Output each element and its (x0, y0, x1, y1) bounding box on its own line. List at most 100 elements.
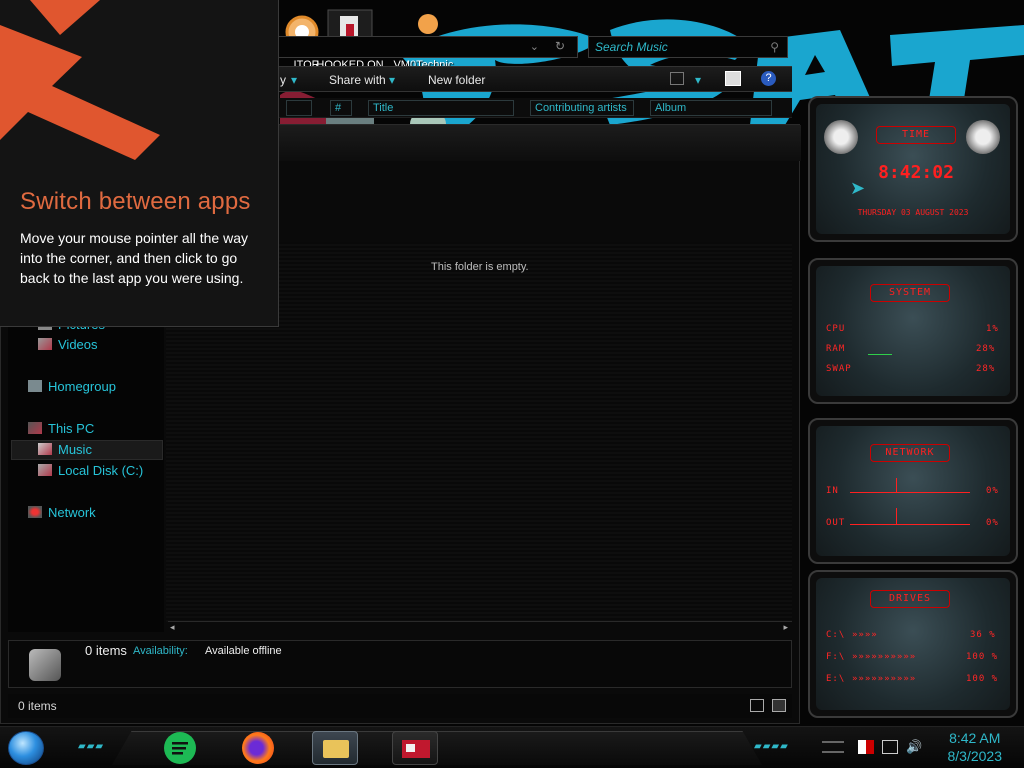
music-folder-icon (29, 649, 61, 681)
chevron-down-icon[interactable]: ▾ (695, 73, 701, 87)
chevron-down-icon[interactable]: ⌄ (530, 40, 539, 53)
drive-f-value: 100 % (966, 652, 999, 662)
large-icons-view-icon[interactable] (772, 699, 786, 712)
firefox-icon[interactable] (242, 732, 274, 764)
flyout-title: Switch between apps (20, 188, 251, 215)
column-header-number[interactable]: # (330, 100, 352, 116)
gadget-drives-header: DRIVES (870, 590, 950, 608)
drive-c-value: 36 % (970, 630, 996, 640)
gadget-network-header: NETWORK (870, 444, 950, 462)
net-out-graph (850, 524, 970, 525)
drive-f-bar: »»»»»»»»»» (852, 652, 917, 662)
column-header-artists[interactable]: Contributing artists (530, 100, 634, 116)
cursor-arrow-icon: ➤ (850, 178, 866, 198)
news-app-icon[interactable] (392, 731, 438, 765)
drive-f-label: F:\ (826, 652, 846, 662)
column-headers: # Title Contributing artists Album (278, 98, 792, 118)
computer-icon (28, 422, 42, 434)
gadget-drives[interactable]: DRIVES C:\ »»»» 36 % F:\ »»»»»»»»»» 100 … (808, 570, 1018, 718)
show-hidden-icons[interactable] (822, 741, 844, 753)
drive-e-value: 100 % (966, 674, 999, 684)
nav-item-this-pc[interactable]: This PC (28, 420, 94, 438)
horizontal-scrollbar[interactable]: ◂ ▸ (168, 621, 792, 635)
gadget-network[interactable]: NETWORK IN 0% OUT 0% (808, 418, 1018, 564)
ram-label: RAM (826, 344, 846, 354)
net-out-spike (896, 508, 897, 524)
swap-value: 28% (976, 364, 996, 374)
status-item-count: 0 items (18, 699, 57, 713)
details-item-count: 0 items (85, 643, 127, 658)
network-tray-icon[interactable] (882, 740, 898, 754)
alien-head-icon (824, 120, 858, 154)
swap-label: SWAP (826, 364, 852, 374)
share-with-button[interactable]: Share with (329, 73, 386, 87)
drive-c-bar: »»»» (852, 630, 878, 640)
nav-item-homegroup[interactable]: Homegroup (28, 378, 116, 396)
ram-value: 28% (976, 344, 996, 354)
system-graph-line (868, 354, 892, 355)
toolbar-partial-label[interactable]: y (280, 73, 286, 87)
videos-icon (38, 338, 52, 350)
drive-c-label: C:\ (826, 630, 846, 640)
gadget-system-header: SYSTEM (870, 284, 950, 302)
net-in-label: IN (826, 486, 839, 496)
alien-head-icon (966, 120, 1000, 154)
chevron-down-icon[interactable]: ▾ (291, 73, 297, 87)
disk-icon (38, 464, 52, 476)
availability-label: Availability: (133, 645, 188, 657)
column-header-spacer[interactable] (286, 100, 312, 116)
column-header-title[interactable]: Title (368, 100, 514, 116)
view-options-icon[interactable] (670, 72, 684, 85)
gadget-system[interactable]: SYSTEM CPU 1% RAM 28% SWAP 28% (808, 258, 1018, 404)
nav-item-videos[interactable]: Videos (38, 336, 98, 354)
corner-arrow-icon (0, 0, 160, 160)
column-header-album[interactable]: Album (650, 100, 772, 116)
address-bar[interactable]: ⌄ ↻ (278, 36, 578, 58)
net-out-label: OUT (826, 518, 846, 528)
cpu-value: 1% (986, 324, 999, 334)
refresh-icon[interactable]: ↻ (555, 39, 565, 53)
switch-apps-flyout[interactable]: Switch between apps Move your mouse poin… (0, 0, 279, 327)
gadget-time[interactable]: TIME 8:42:02 ➤ THURSDAY 03 AUGUST 2023 (808, 96, 1018, 242)
gadget-clock: 8:42:02 (878, 162, 954, 183)
file-explorer-icon[interactable] (312, 731, 358, 765)
taskbar-decoration: ▰▰▰ (78, 741, 105, 752)
taskbar-time: 8:42 AM (949, 730, 1001, 746)
taskbar: ▰▰▰ ▰▰▰▰ 🔊 8:42 AM 8/3/2023 (0, 726, 1024, 768)
chevron-down-icon[interactable]: ▾ (389, 73, 395, 87)
empty-folder-message: This folder is empty. (431, 261, 529, 273)
details-pane: 0 items Availability: Available offline (8, 640, 792, 688)
scroll-right-icon[interactable]: ▸ (783, 622, 788, 633)
taskbar-date: 8/3/2023 (947, 748, 1003, 764)
search-input[interactable]: Search Music ⚲ (588, 36, 788, 58)
status-bar: 0 items (8, 694, 792, 718)
new-folder-button[interactable]: New folder (428, 73, 485, 87)
taskbar-clock[interactable]: 8:42 AM 8/3/2023 (948, 729, 1003, 765)
network-icon (28, 506, 42, 518)
drive-e-bar: »»»»»»»»»» (852, 674, 917, 684)
desktop: ...ITOR HOOKED ON XONIX VM0Technic... ⌄ … (0, 0, 1024, 768)
net-in-spike (896, 478, 897, 492)
net-out-value: 0% (986, 518, 999, 528)
spotify-icon[interactable] (164, 732, 196, 764)
gadget-time-header: TIME (876, 126, 956, 144)
action-center-flag-icon[interactable] (858, 740, 874, 754)
volume-icon[interactable]: 🔊 (906, 740, 922, 754)
scroll-left-icon[interactable]: ◂ (170, 622, 175, 633)
nav-item-music[interactable]: Music (38, 441, 92, 459)
homegroup-icon (28, 380, 42, 392)
preview-pane-icon[interactable] (725, 71, 741, 86)
help-icon[interactable]: ? (761, 71, 776, 86)
start-button[interactable] (8, 731, 44, 765)
search-placeholder: Search Music (595, 40, 668, 54)
flyout-body: Move your mouse pointer all the way into… (20, 230, 248, 286)
net-in-value: 0% (986, 486, 999, 496)
taskbar-decoration: ▰▰▰▰ (754, 741, 789, 752)
command-bar: y ▾ Share with ▾ New folder ▾ ? (278, 66, 792, 92)
music-icon (38, 443, 52, 455)
details-view-icon[interactable] (750, 699, 764, 712)
nav-item-local-disk[interactable]: Local Disk (C:) (38, 462, 143, 480)
nav-item-network[interactable]: Network (28, 504, 96, 522)
search-icon[interactable]: ⚲ (770, 40, 779, 54)
availability-value: Available offline (205, 645, 282, 657)
